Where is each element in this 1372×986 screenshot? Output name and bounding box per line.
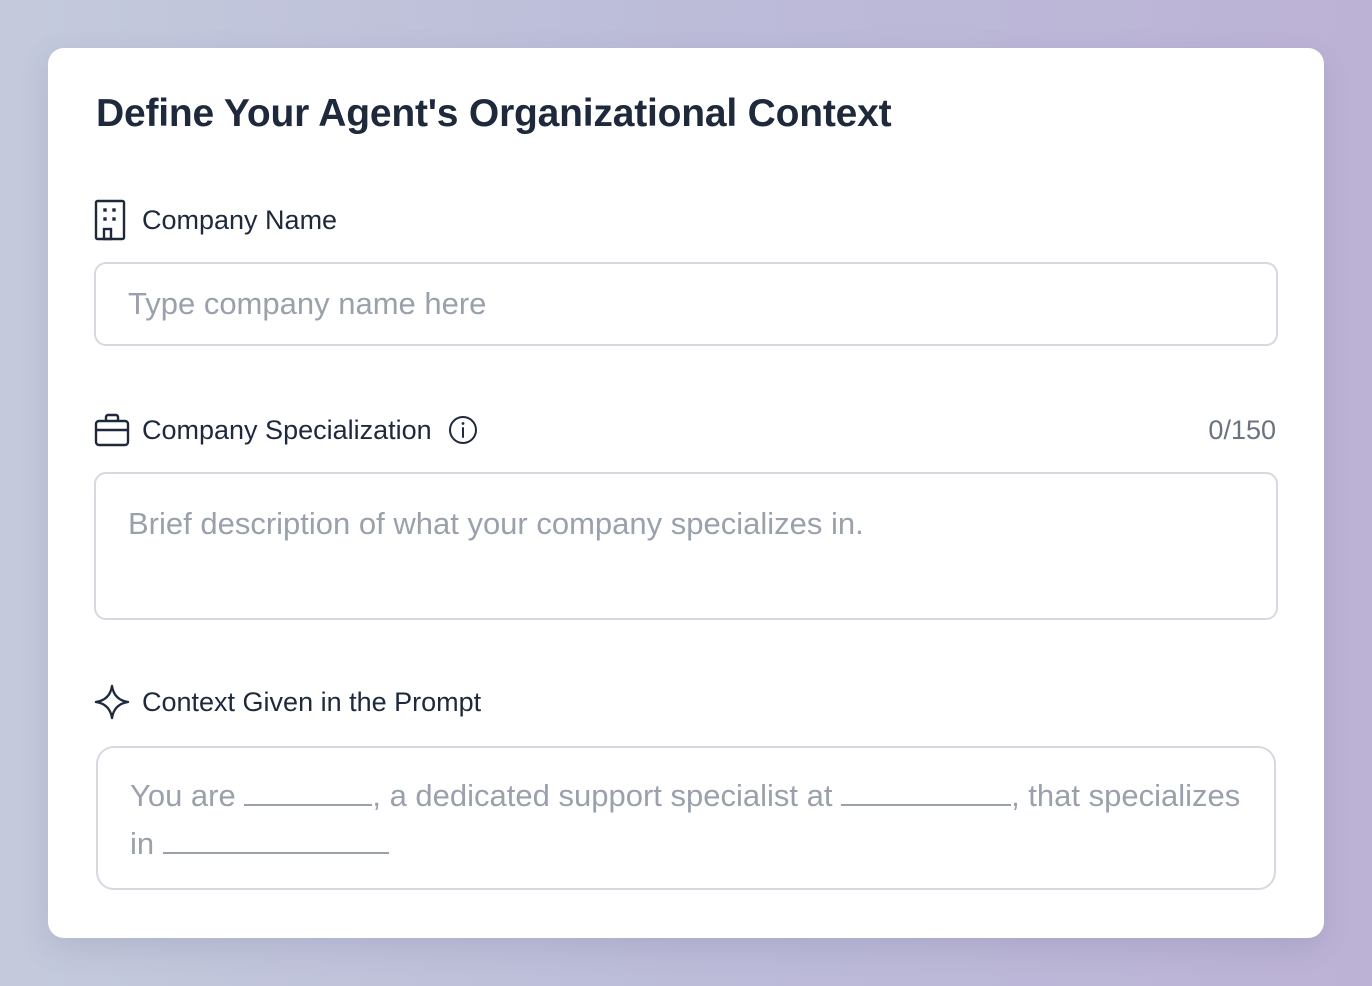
prompt-context-box: You are , a dedicated support specialist…: [96, 746, 1276, 890]
building-icon: [94, 199, 130, 241]
prompt-text-part1: You are: [130, 778, 245, 813]
context-card: Define Your Agent's Organizational Conte…: [48, 48, 1324, 938]
page-title: Define Your Agent's Organizational Conte…: [96, 92, 892, 135]
briefcase-icon: [94, 409, 130, 451]
company-name-label-row: Company Name: [94, 198, 1276, 242]
sparkle-icon: [94, 681, 130, 723]
character-counter: 0/150: [1208, 414, 1276, 445]
prompt-context-label: Context Given in the Prompt: [142, 686, 482, 717]
company-specialization-textarea[interactable]: [96, 474, 1276, 618]
company-name-blank[interactable]: [841, 776, 1012, 806]
company-specialization-label-row: Company Specialization 0/150: [94, 408, 1276, 452]
agent-name-blank[interactable]: [244, 776, 373, 806]
prompt-context-label-row: Context Given in the Prompt: [94, 680, 1276, 724]
specialization-blank[interactable]: [162, 824, 389, 854]
company-specialization-field[interactable]: [94, 472, 1278, 620]
prompt-text-part2: , a dedicated support specialist at: [372, 778, 842, 813]
company-name-input[interactable]: [96, 264, 1276, 344]
info-icon[interactable]: [448, 415, 478, 445]
company-name-label: Company Name: [142, 204, 338, 235]
company-specialization-label: Company Specialization: [142, 414, 432, 445]
company-name-field[interactable]: [94, 262, 1278, 346]
